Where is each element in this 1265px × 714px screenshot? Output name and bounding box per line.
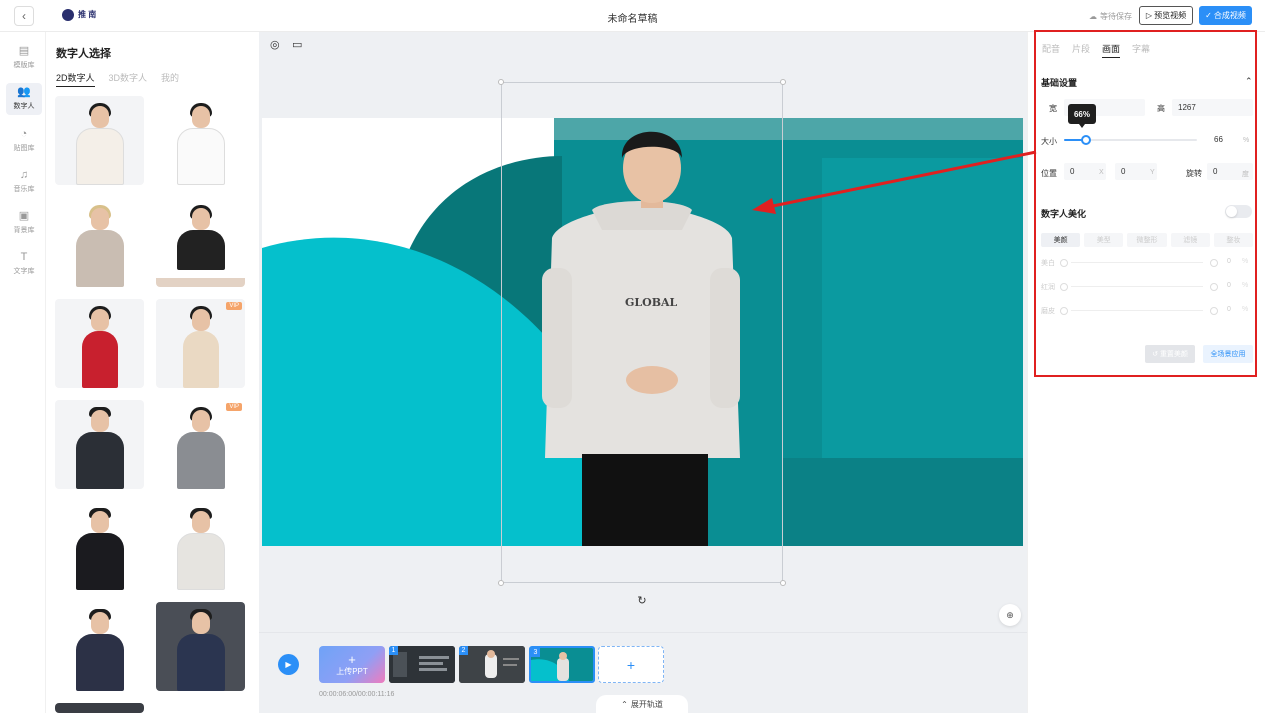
template-icon: ▤ — [18, 45, 30, 57]
top-bar: ‹ 推 南 未命名草稿 ☁ 等待保存 ▷ 预览视频 ✓ 合成视频 — [0, 0, 1265, 32]
nav-label: 文字库 — [13, 268, 35, 275]
panel-title: 数字人选择 — [56, 48, 111, 60]
vip-badge: VIP — [226, 302, 242, 310]
clip-number: 3 — [531, 648, 540, 657]
avatar-figure — [70, 299, 130, 388]
document-title[interactable]: 未命名草稿 — [0, 10, 1265, 25]
avatar-card[interactable] — [55, 703, 144, 713]
nav-sticker-library[interactable]: ◔ 贴图库 — [6, 125, 42, 157]
avatar-card[interactable]: VIP — [156, 400, 245, 489]
avatar-card[interactable] — [55, 96, 144, 185]
timeline-clip[interactable]: 2 — [459, 646, 525, 683]
vip-badge: VIP — [226, 403, 242, 411]
avatar-figure — [171, 198, 231, 287]
save-status: ☁ 等待保存 — [1089, 11, 1132, 22]
clip-thumbnail — [459, 646, 525, 683]
timeline-clip[interactable]: 1 — [389, 646, 455, 683]
nav-label: 数字人 — [13, 103, 35, 110]
avatar-card[interactable] — [156, 501, 245, 590]
sticker-icon: ◔ — [20, 128, 28, 140]
timeline-clip-active[interactable]: 3 — [529, 646, 595, 683]
avatar-figure — [171, 501, 231, 590]
clip-thumbnail — [531, 648, 593, 681]
text-icon: T — [20, 251, 28, 263]
avatar-figure — [70, 96, 130, 185]
expand-track-label: 展开轨道 — [630, 700, 663, 709]
resize-handle[interactable] — [498, 79, 504, 85]
image-icon: ▣ — [18, 210, 30, 222]
avatar-card[interactable] — [156, 96, 245, 185]
avatar-figure — [171, 299, 231, 388]
canvas-area: ◎ ▭ GLOBAL ↻ ⊕ — [259, 32, 1027, 632]
highlight-box — [1034, 30, 1257, 377]
nav-label: 背景库 — [13, 227, 35, 234]
save-status-label: 等待保存 — [1100, 12, 1132, 21]
nav-template-library[interactable]: ▤ 模版库 — [6, 42, 42, 74]
resize-handle[interactable] — [498, 580, 504, 586]
upload-ppt-button[interactable]: + 上传PPT — [319, 646, 385, 683]
avatar-figure — [70, 400, 130, 489]
add-clip-button[interactable]: + — [598, 646, 664, 683]
avatar-figure — [171, 602, 231, 691]
compose-video-label: 合成视频 — [1213, 11, 1246, 20]
plus-icon: + — [626, 656, 636, 673]
monitor-icon[interactable]: ▭ — [292, 38, 302, 51]
avatar-card[interactable] — [55, 602, 144, 691]
nav-label: 音乐库 — [13, 186, 35, 193]
music-icon: ♫ — [19, 169, 29, 181]
nav-music-library[interactable]: ♫ 音乐库 — [6, 166, 42, 198]
play-button[interactable]: ▶ — [278, 654, 299, 675]
nav-label: 模版库 — [13, 62, 35, 69]
avatar-card[interactable] — [156, 198, 245, 287]
timecode: 00:00:06:00/00:00:11:16 — [319, 691, 395, 698]
preview-video-label: 预览视频 — [1154, 11, 1187, 20]
avatar-figure — [171, 96, 231, 185]
nav-digital-human[interactable]: 👥 数字人 — [6, 83, 42, 115]
tab-2d-human[interactable]: 2D数字人 — [56, 71, 95, 87]
digital-human-panel: 数字人选择 2D数字人 3D数字人 我的 VIP VIP — [46, 32, 259, 713]
panel-tabs: 2D数字人 3D数字人 我的 — [56, 71, 179, 87]
timeline: ▶ + 上传PPT 1 2 3 + 00:00:06:00/00:00:11:1… — [259, 632, 1027, 714]
target-icon[interactable]: ◎ — [270, 38, 280, 51]
zoom-in-icon[interactable]: ⊕ — [999, 604, 1021, 626]
selection-box[interactable] — [498, 79, 786, 586]
avatar-card[interactable]: VIP — [156, 299, 245, 388]
plus-icon: + — [348, 651, 356, 667]
avatar-figure — [70, 198, 130, 287]
people-icon: 👥 — [17, 86, 31, 98]
clip-number: 1 — [389, 646, 398, 655]
rotate-icon[interactable]: ↻ — [635, 593, 649, 607]
clip-number: 2 — [459, 646, 468, 655]
tab-3d-human[interactable]: 3D数字人 — [109, 71, 148, 87]
avatar-card[interactable] — [55, 198, 144, 287]
play-icon: ▶ — [285, 660, 292, 669]
expand-track-button[interactable]: ⌃ 展开轨道 — [596, 695, 688, 714]
upload-ppt-label: 上传PPT — [336, 666, 368, 676]
clip-thumbnail — [389, 646, 455, 683]
nav-label: 贴图库 — [13, 145, 35, 152]
tab-mine[interactable]: 我的 — [161, 71, 179, 87]
preview-video-button[interactable]: ▷ 预览视频 — [1139, 6, 1193, 25]
cloud-icon: ☁ — [1089, 12, 1097, 21]
resize-handle[interactable] — [780, 580, 786, 586]
avatar-card[interactable] — [55, 299, 144, 388]
desk — [156, 278, 245, 287]
avatar-card[interactable] — [55, 400, 144, 489]
avatar-card[interactable] — [156, 602, 245, 691]
avatar-figure — [70, 501, 130, 590]
chevron-up-icon: ⌃ — [621, 700, 628, 709]
avatar-figure — [70, 602, 130, 691]
compose-video-button[interactable]: ✓ 合成视频 — [1199, 6, 1252, 25]
avatar-card[interactable] — [55, 501, 144, 590]
play-outline-icon: ▷ — [1145, 11, 1153, 20]
avatar-figure — [171, 400, 231, 489]
nav-background-library[interactable]: ▣ 背景库 — [6, 207, 42, 239]
nav-rail: ▤ 模版库 👥 数字人 ◔ 贴图库 ♫ 音乐库 ▣ 背景库 T 文字库 — [0, 32, 46, 713]
resize-handle[interactable] — [780, 79, 786, 85]
nav-text-library[interactable]: T 文字库 — [6, 248, 42, 280]
check-icon: ✓ — [1205, 11, 1212, 20]
